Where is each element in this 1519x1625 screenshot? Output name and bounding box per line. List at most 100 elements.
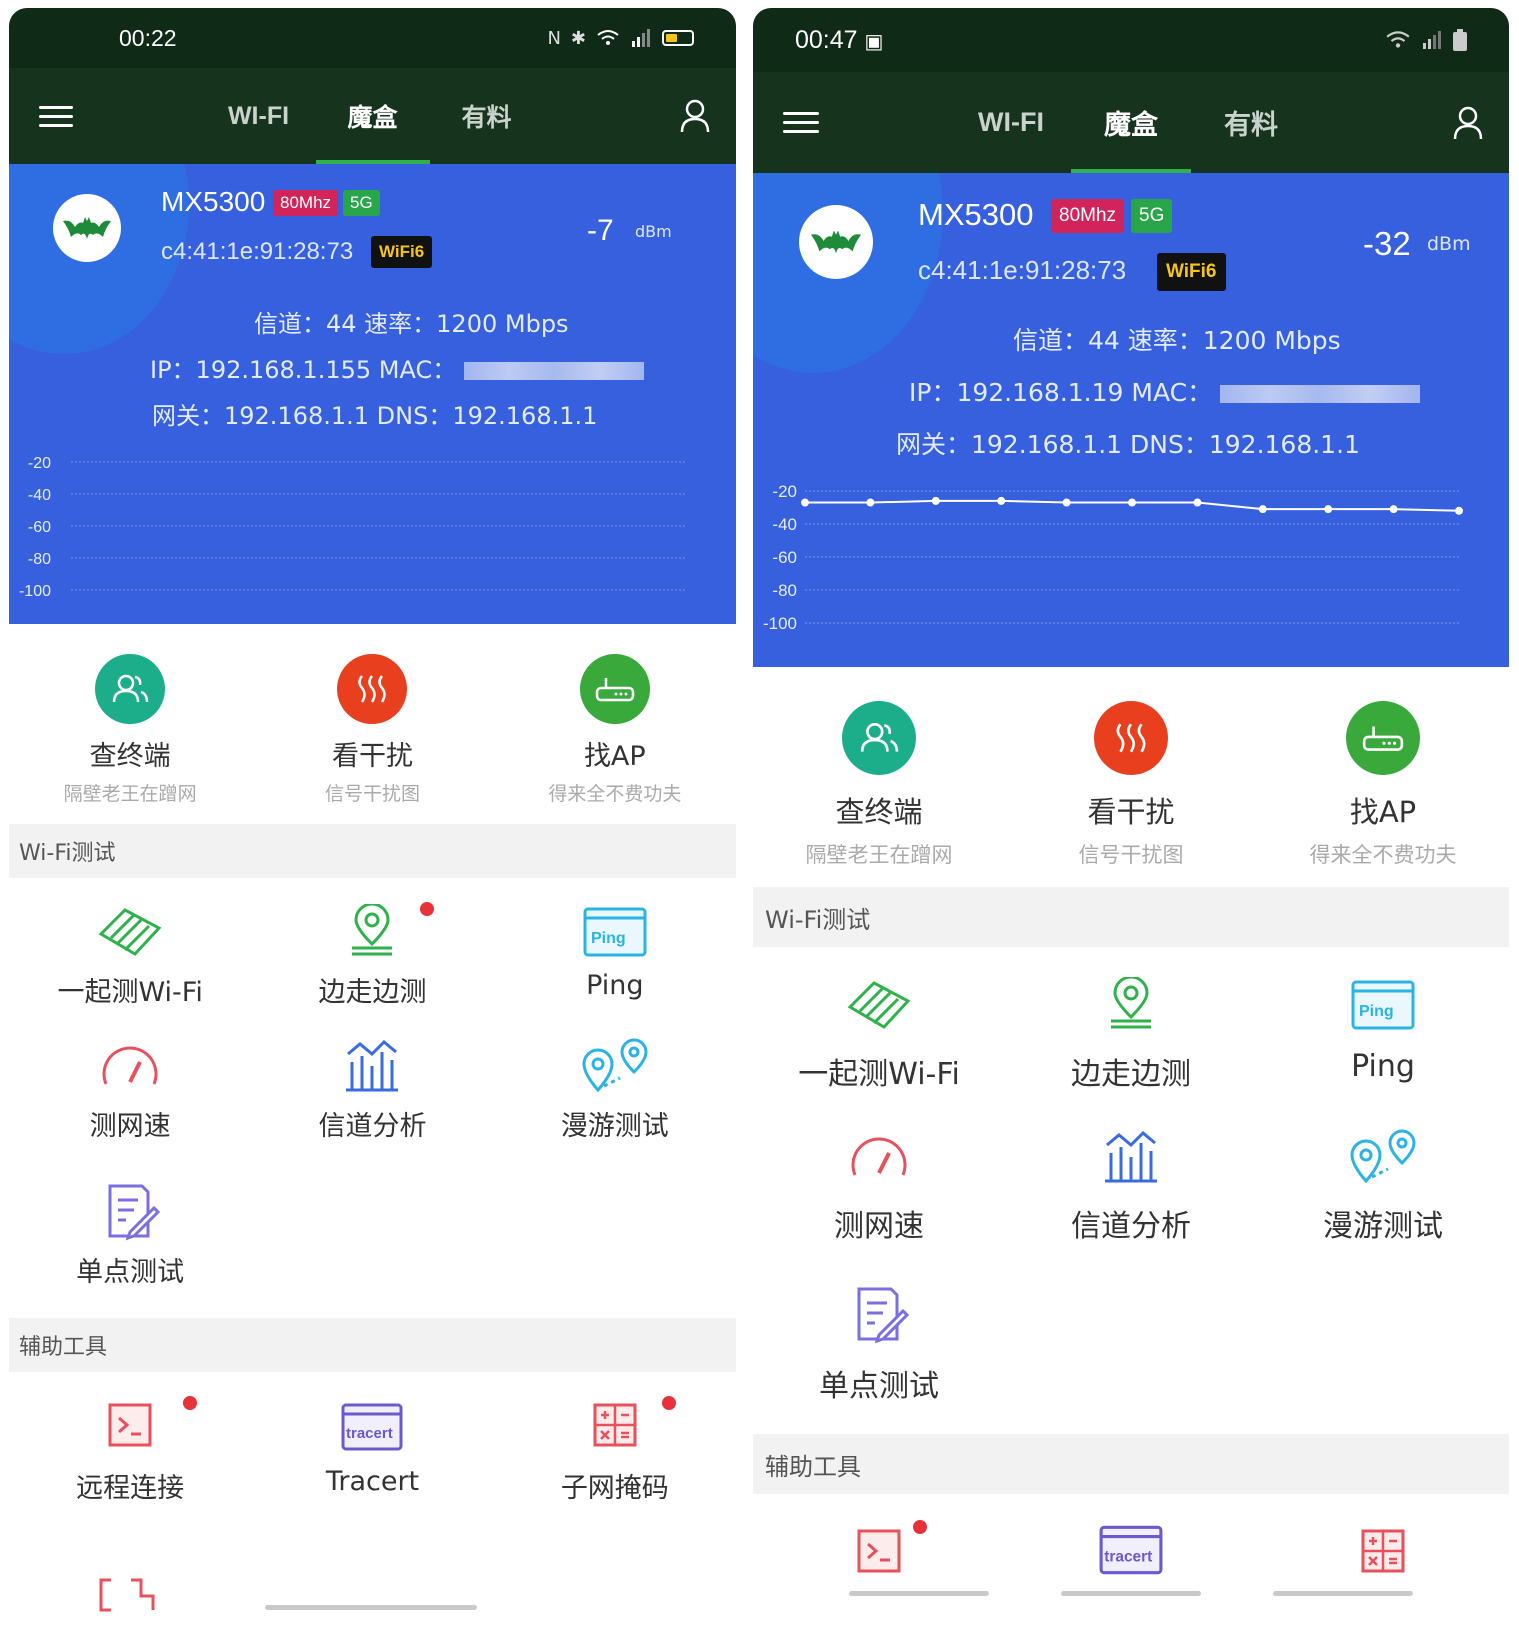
calculator-icon (593, 1403, 637, 1447)
section-tools: 辅助工具 (9, 1318, 736, 1372)
wifi-ssid: MX5300 (918, 197, 1034, 232)
wifi-ssid: MX5300 (161, 186, 266, 217)
tool-speed-test[interactable]: 测网速 (9, 1028, 251, 1176)
tool-wifi-together[interactable]: 一起测Wi-Fi (9, 878, 251, 1028)
heat-icon (337, 654, 408, 724)
chart-tick-label: -60 (772, 548, 797, 567)
signal-unit: dBm (1427, 233, 1471, 255)
nfc-icon: N (547, 27, 561, 49)
tab-mohe[interactable]: 魔盒 (1071, 72, 1191, 173)
tool-label: 一起测Wi-Fi (57, 977, 203, 1008)
tool-label: Ping (1351, 1049, 1415, 1084)
chart-tick-label: -40 (772, 515, 797, 534)
mac-redacted (463, 362, 644, 380)
feature-find-ap[interactable]: 找AP 得来全不费功夫 (494, 654, 736, 824)
feature-subtitle: 隔壁老王在蹭网 (805, 843, 953, 867)
tool-roaming[interactable]: 漫游测试 (1257, 1123, 1509, 1277)
top-nav: WI-FI 魔盒 有料 (753, 72, 1509, 173)
speed-gauge-icon (851, 1137, 907, 1176)
feature-find-clients[interactable]: 查终端 隔壁老王在蹭网 (9, 654, 251, 824)
router-icon (579, 654, 650, 724)
tool-tracert[interactable]: tracert Tracert (251, 1372, 493, 1528)
wifi-bssid: c4:41:1e:91:28:73 (918, 255, 1127, 285)
scroll-indicator (1061, 1591, 1201, 1596)
feature-subtitle: 得来全不费功夫 (1309, 843, 1457, 867)
notification-dot (661, 1396, 676, 1410)
feature-find-clients[interactable]: 查终端 隔壁老王在蹭网 (753, 701, 1005, 887)
signal-chart: -20 -40 -60 -80 -100 (763, 482, 1463, 633)
menu-icon[interactable] (783, 106, 819, 139)
feature-grid: 查终端 隔壁老王在蹭网 看干扰 信号干扰图 找AP 得来全不费功夫 (753, 667, 1509, 887)
more-tool-icon[interactable] (97, 1576, 157, 1612)
tool-walk-test[interactable]: 边走边测 (251, 878, 493, 1028)
status-bar: 00:47 ▣ (753, 8, 1509, 72)
tab-wifi[interactable]: WI-FI (951, 72, 1071, 173)
feature-title: 查终端 (835, 795, 923, 829)
user-icon[interactable] (680, 99, 710, 133)
tool-single-point[interactable]: 单点测试 (753, 1277, 1005, 1434)
section-tools: 辅助工具 (753, 1434, 1509, 1494)
signal-unit: dBm (635, 222, 672, 241)
phone-screen-1: 00:22 N ✱ WI-FI 魔盒 有料 MX5300 80Mhz 5G c4… (9, 8, 736, 1615)
bat-logo-icon (63, 217, 111, 239)
feature-find-ap[interactable]: 找AP 得来全不费功夫 (1257, 701, 1509, 887)
bandwidth-badge: 80Mhz (273, 190, 339, 216)
top-nav: WI-FI 魔盒 有料 (9, 68, 736, 164)
status-bar: 00:22 N ✱ (9, 8, 736, 68)
tab-youliao[interactable]: 有料 (430, 68, 544, 164)
wifi-bssid: c4:41:1e:91:28:73 (161, 238, 354, 265)
band-badge: 5G (343, 190, 380, 216)
tool-ping[interactable]: Ping Ping (1257, 947, 1509, 1123)
scroll-indicator (1273, 1591, 1413, 1596)
chart-point (801, 498, 809, 507)
svg-text:Ping: Ping (591, 930, 626, 947)
chart-tick-label: -80 (28, 551, 51, 568)
tab-wifi[interactable]: WI-FI (202, 68, 316, 164)
heat-icon (1094, 701, 1168, 775)
chart-tick-label: -80 (772, 581, 797, 600)
tool-ping[interactable]: Ping Ping (494, 878, 736, 1028)
tools-grid: 远程连接 tracert Tracert 子网掩码 (9, 1372, 736, 1528)
chart-point (1258, 505, 1267, 514)
location-icon (1111, 977, 1151, 1029)
tool-single-point[interactable]: 单点测试 (9, 1176, 251, 1318)
tool-label: 漫游测试 (560, 1111, 669, 1142)
tab-youliao[interactable]: 有料 (1191, 72, 1311, 173)
tool-remote-connect[interactable]: 远程连接 (9, 1372, 251, 1528)
status-time: 00:47 (795, 25, 858, 54)
battery-icon (662, 30, 694, 46)
tab-mohe[interactable]: 魔盒 (315, 68, 430, 164)
tool-wifi-together[interactable]: 一起测Wi-Fi (753, 947, 1005, 1123)
chart-tick-label: -60 (28, 519, 51, 536)
tool-label: 信道分析 (318, 1111, 427, 1142)
tool-walk-test[interactable]: 边走边测 (1005, 947, 1257, 1123)
menu-icon[interactable] (39, 100, 73, 133)
tracert-icon: tracert (341, 1403, 403, 1451)
notification-dot (419, 902, 434, 916)
channel-chart-icon (346, 1039, 399, 1092)
terminal-icon (857, 1529, 901, 1573)
feature-interference[interactable]: 看干扰 信号干扰图 (1005, 701, 1257, 887)
tool-roaming[interactable]: 漫游测试 (494, 1028, 736, 1176)
status-icons: N ✱ (547, 28, 694, 49)
ping-icon: Ping (583, 907, 647, 957)
feature-interference[interactable]: 看干扰 信号干扰图 (251, 654, 493, 824)
section-wifi-test: Wi-Fi测试 (753, 887, 1509, 947)
user-icon[interactable] (1453, 106, 1483, 140)
home-indicator[interactable] (265, 1605, 477, 1610)
tool-subnet-mask[interactable]: 子网掩码 (494, 1372, 736, 1528)
tool-subnet-mask[interactable] (1257, 1494, 1509, 1604)
gateway-dns-line: 网关：192.168.1.1 DNS：192.168.1.1 (152, 402, 598, 430)
tool-channel-analysis[interactable]: 信道分析 (1005, 1123, 1257, 1277)
tool-channel-analysis[interactable]: 信道分析 (251, 1028, 493, 1176)
tool-label: 单点测试 (819, 1369, 939, 1404)
users-icon (95, 654, 166, 724)
gateway-dns-line: 网关：192.168.1.1 DNS：192.168.1.1 (896, 430, 1360, 459)
tool-remote-connect[interactable] (753, 1494, 1005, 1604)
chart-point (866, 498, 875, 507)
tool-tracert[interactable]: tracert (1005, 1494, 1257, 1604)
router-brand-logo (53, 194, 121, 262)
tool-speed-test[interactable]: 测网速 (753, 1123, 1005, 1277)
roaming-icon (1350, 1129, 1416, 1184)
feature-subtitle: 信号干扰图 (324, 783, 420, 805)
